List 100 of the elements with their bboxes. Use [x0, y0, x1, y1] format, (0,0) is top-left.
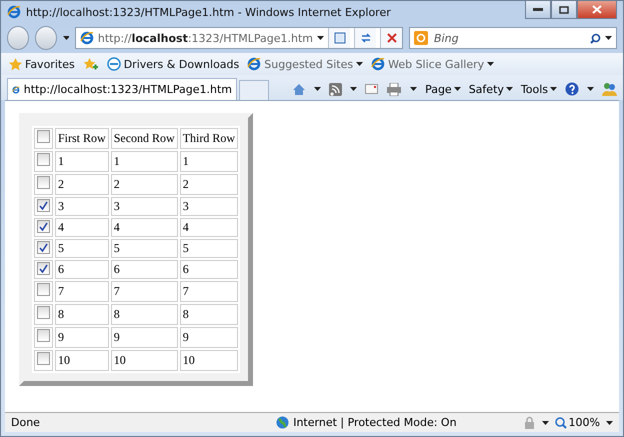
add-favorite-icon[interactable] [82, 57, 99, 71]
table-cell: 10 [110, 350, 178, 371]
favorites-link[interactable]: Drivers & Downloads [106, 57, 240, 71]
table-cell: 9 [180, 327, 238, 348]
browser-tab[interactable]: http://localhost:1323/HTMLPage1.htm [7, 78, 237, 100]
checkbox[interactable] [37, 306, 50, 319]
back-button[interactable] [7, 26, 29, 50]
mail-icon[interactable] [365, 84, 378, 94]
caret-icon [350, 87, 358, 91]
table-cell: 3 [55, 197, 109, 216]
caret-icon [410, 87, 418, 91]
ie-logo-icon [371, 57, 386, 71]
globe-icon [276, 416, 290, 429]
table-cell: 1 [110, 151, 178, 172]
checkbox[interactable] [37, 153, 50, 166]
caret-icon [487, 62, 494, 66]
status-text: Done [11, 416, 41, 429]
table-cell: 8 [110, 304, 178, 325]
table-cell: 9 [110, 327, 178, 348]
ie-logo-icon [247, 57, 262, 71]
caret-icon [550, 87, 557, 91]
favorites-button[interactable]: Favorites [9, 58, 75, 70]
maximize-icon [559, 6, 569, 14]
security-zone: Internet | Protected Mode: On [276, 416, 457, 429]
table-cell: 10 [180, 350, 238, 371]
table-cell: 3 [180, 197, 238, 216]
close-icon [592, 5, 602, 14]
help-icon[interactable] [565, 82, 579, 96]
caret-icon [606, 420, 613, 424]
address-bar[interactable]: http://localhost:1323/HTMLPage1.htm [74, 27, 403, 49]
table-cell: 5 [55, 239, 109, 258]
ie-logo-icon [80, 31, 94, 45]
search-icon[interactable] [590, 32, 601, 44]
table-cell: 2 [180, 174, 238, 195]
close-icon [386, 33, 396, 43]
checkbox[interactable] [37, 262, 50, 275]
stop-button[interactable] [380, 28, 402, 48]
table-cell: 5 [180, 239, 238, 258]
table-cell: 8 [55, 304, 109, 325]
checkbox[interactable] [37, 352, 50, 365]
printer-icon[interactable] [386, 82, 402, 96]
checkbox[interactable] [37, 130, 50, 143]
lock-icon[interactable] [522, 416, 536, 429]
table-cell: 2 [55, 174, 109, 195]
favorites-link[interactable]: Suggested Sites [247, 57, 364, 71]
table-cell: 6 [110, 260, 178, 279]
favorites-link[interactable]: Web Slice Gallery [371, 57, 494, 71]
table-cell: 1 [55, 151, 109, 172]
zoom-button[interactable]: 100% [554, 416, 600, 429]
caret-icon [506, 87, 513, 91]
table-cell: 7 [110, 281, 178, 302]
table-cell: 1 [180, 151, 238, 172]
caret-icon [454, 87, 461, 91]
checkbox[interactable] [37, 329, 50, 342]
home-icon[interactable] [292, 82, 306, 96]
caret-icon [542, 420, 549, 424]
table-cell: 10 [55, 350, 109, 371]
maximize-button[interactable] [551, 1, 577, 19]
minimize-button[interactable] [525, 1, 551, 19]
table-cell: 6 [180, 260, 238, 279]
table-cell: 8 [180, 304, 238, 325]
command-menu[interactable]: Safety [468, 82, 513, 96]
caret-icon [314, 87, 322, 91]
table-cell: 3 [110, 197, 178, 216]
table-cell: 5 [110, 239, 178, 258]
column-header: First Row [55, 128, 109, 149]
caret-icon [317, 36, 324, 40]
command-menu[interactable]: Page [425, 82, 461, 96]
refresh-icon [360, 32, 372, 44]
command-menu[interactable]: Tools [520, 82, 557, 96]
table-cell: 7 [55, 281, 109, 302]
forward-button[interactable] [34, 26, 57, 50]
column-header: Third Row [180, 128, 238, 149]
table-cell: 7 [180, 281, 238, 302]
people-icon[interactable] [602, 82, 617, 96]
close-button[interactable] [577, 1, 617, 19]
table-cell: 6 [55, 260, 109, 279]
minimize-icon [533, 8, 543, 11]
caret-icon [605, 36, 612, 40]
checkbox[interactable] [37, 241, 50, 254]
table-cell: 4 [55, 218, 109, 237]
page-icon [334, 32, 346, 44]
table-cell: 4 [180, 218, 238, 237]
checkbox[interactable] [37, 283, 50, 296]
refresh-button[interactable] [354, 28, 376, 48]
bing-logo-icon [414, 31, 428, 45]
table-cell: 2 [110, 174, 178, 195]
search-box[interactable]: Bing [409, 27, 617, 49]
checkbox[interactable] [37, 199, 50, 212]
feed-icon[interactable] [329, 82, 342, 96]
ie-logo-icon [7, 5, 21, 19]
column-header: Second Row [110, 128, 178, 149]
table-cell: 4 [110, 218, 178, 237]
star-icon [9, 58, 22, 70]
caret-icon [356, 62, 364, 66]
checkbox[interactable] [37, 176, 50, 189]
caret-icon [62, 36, 69, 40]
compatibility-button[interactable] [328, 28, 350, 48]
table-cell: 9 [55, 327, 109, 348]
checkbox[interactable] [37, 220, 50, 233]
